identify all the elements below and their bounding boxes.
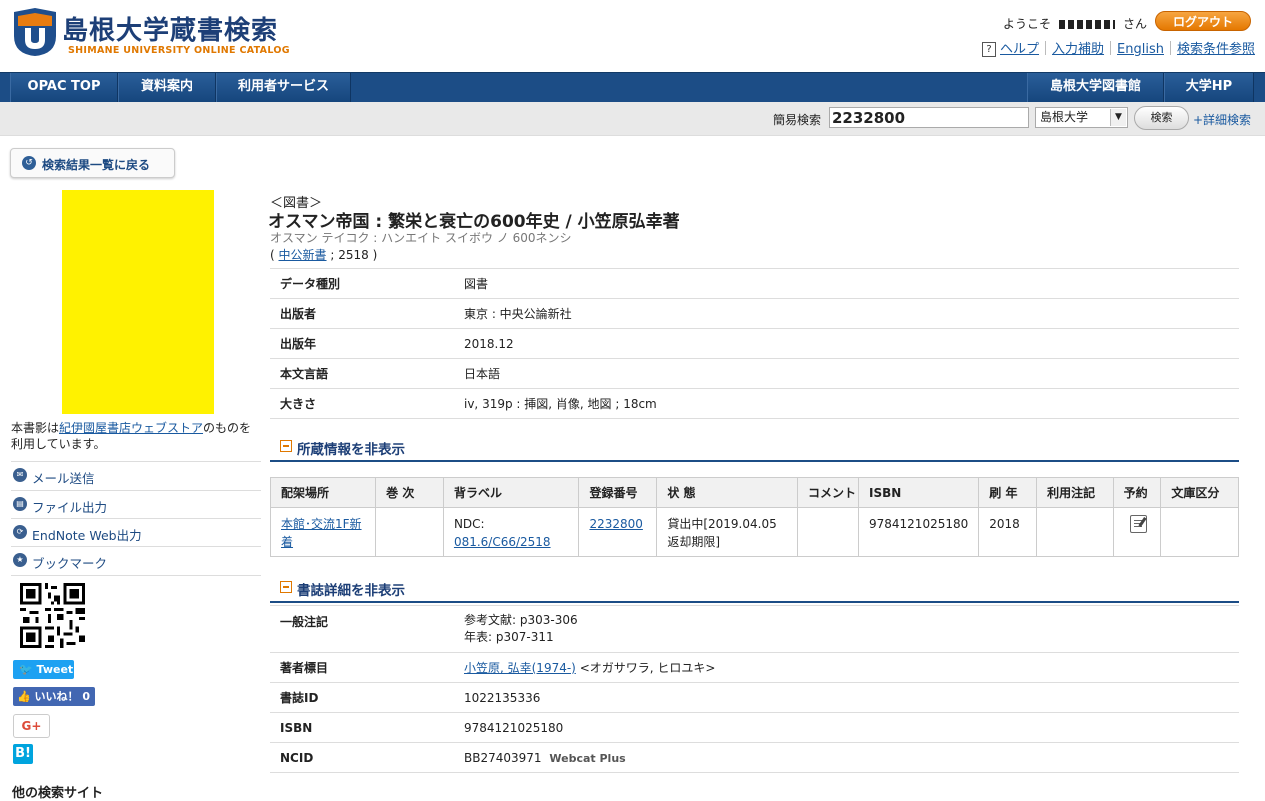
university-emblem-icon [14, 8, 56, 56]
nav-opac-top[interactable]: OPAC TOP [10, 73, 118, 103]
table-row: 出版年 2018.12 [270, 328, 1239, 359]
table-row: NCID BB27403971 Webcat Plus [270, 742, 1239, 773]
help-icon: ? [982, 42, 996, 57]
google-plus-button[interactable]: G+ [13, 714, 50, 738]
table-row: 出版者 東京 : 中央公論新社 [270, 298, 1239, 329]
search-help-link[interactable]: 検索条件参照 [1177, 42, 1255, 57]
kinokuniya-link[interactable]: 紀伊國屋書店ウェブストア [59, 421, 203, 435]
table-header-row: 配架場所 巻 次 背ラベル 登録番号 状 態 コメント ISBN 刷 年 利用注… [269, 477, 1239, 508]
masked-username [1059, 20, 1116, 29]
collapse-icon [280, 440, 292, 452]
file-export-action[interactable]: ▤ ファイル出力 [11, 490, 261, 518]
tweet-button[interactable]: 🐦 Tweet [13, 660, 74, 679]
qr-code-icon [20, 583, 85, 648]
quick-search-bar: 簡易検索 2232800 島根大学 ▼ 検索 +詳細検索 [0, 102, 1265, 136]
table-row: ISBN 9784121025180 [270, 712, 1239, 743]
honorific: さん [1123, 17, 1148, 31]
welcome-text: ようこそ さん [1003, 15, 1147, 32]
welcome-label: ようこそ [1003, 17, 1052, 31]
registration-number-link[interactable]: 2232800 [589, 517, 642, 531]
book-cover-image [62, 190, 214, 414]
facebook-like-button[interactable]: 👍 いいね！ 0 [13, 687, 95, 706]
logout-button[interactable]: ログアウト [1155, 11, 1251, 31]
hatena-bookmark-button[interactable]: B! [13, 744, 33, 764]
scope-select[interactable]: 島根大学 ▼ [1035, 107, 1128, 128]
search-input[interactable]: 2232800 [829, 107, 1029, 128]
table-row: 本館･交流1F新着 NDC: 081.6/C66/2518 2232800 貸出中… [269, 507, 1239, 557]
mail-icon: ✉ [13, 468, 27, 482]
table-row: 大きさ iv, 319p : 挿図, 肖像, 地図 ; 18cm [270, 388, 1239, 419]
back-to-results-button[interactable]: ↺ 検索結果一覧に戻る [10, 148, 175, 178]
other-search-heading: 他の検索サイト [12, 786, 104, 801]
location-link[interactable]: 本館･交流1F新着 [281, 517, 362, 549]
cover-credit: 本書影は紀伊國屋書店ウェブストアのものを利用しています。 [11, 421, 252, 451]
bookmark-action[interactable]: ★ ブックマーク [11, 546, 261, 576]
author-link[interactable]: 小笠原, 弘幸(1974-) [464, 661, 576, 675]
chevron-down-icon: ▼ [1110, 109, 1126, 126]
top-links: ? ヘルプ 入力補助 English 検索条件参照 [982, 38, 1255, 57]
details-toggle[interactable]: 書誌詳細を非表示 [270, 575, 1239, 603]
global-nav: OPAC TOP 資料案内 利用者サービス 島根大学図書館 大学HP [0, 72, 1265, 103]
advanced-search-link[interactable]: +詳細検索 [1193, 111, 1251, 128]
endnote-icon: ⟳ [13, 525, 27, 539]
logo-title: 島根大学蔵書検索 [62, 16, 279, 46]
nav-university-hp[interactable]: 大学HP [1164, 73, 1254, 103]
table-row: 著者標目 小笠原, 弘幸(1974-) <オガサワラ, ヒロユキ> [270, 652, 1239, 683]
twitter-icon: 🐦 [19, 663, 33, 676]
holdings-toggle[interactable]: 所蔵情報を非表示 [270, 434, 1239, 462]
file-icon: ▤ [13, 497, 27, 511]
bookmark-icon: ★ [13, 553, 27, 567]
english-link[interactable]: English [1117, 42, 1164, 57]
back-arrow-icon: ↺ [22, 156, 36, 170]
help-link[interactable]: ヘルプ [1000, 42, 1039, 57]
basic-info-table: データ種別 図書 出版者 東京 : 中央公論新社 出版年 2018.12 本文言語 日本… [270, 268, 1239, 419]
nav-materials[interactable]: 資料案内 [118, 73, 216, 103]
header: 島根大学蔵書検索 SHIMANE UNIVERSITY ONLINE CATAL… [0, 0, 1265, 70]
call-number-link[interactable]: 081.6/C66/2518 [454, 535, 551, 549]
input-assist-link[interactable]: 入力補助 [1052, 42, 1104, 57]
collapse-icon [280, 581, 292, 593]
series-info: ( 中公新書 ; 2518 ) [270, 248, 378, 262]
thumbs-up-icon: 👍 [17, 690, 31, 703]
search-button[interactable]: 検索 [1134, 106, 1189, 130]
reserve-icon[interactable] [1129, 515, 1147, 533]
bib-details-table: 一般注記 参考文献: p303-306 年表: p307-311 著者標目 小笠原… [270, 605, 1239, 773]
table-row: 本文言語 日本語 [270, 358, 1239, 389]
table-row: 一般注記 参考文献: p303-306 年表: p307-311 [270, 605, 1239, 653]
table-row: 書誌ID 1022135336 [270, 682, 1239, 713]
series-link[interactable]: 中公新書 [279, 248, 327, 262]
site-logo[interactable]: 島根大学蔵書検索 SHIMANE UNIVERSITY ONLINE CATAL… [12, 6, 290, 60]
title-reading: オスマン テイコク : ハンエイト スイボウ ノ 600ネンシ [270, 231, 572, 245]
holdings-table: 配架場所 巻 次 背ラベル 登録番号 状 態 コメント ISBN 刷 年 利用注… [269, 477, 1239, 557]
quick-search-label: 簡易検索 [773, 113, 822, 127]
loan-status: 貸出中[2019.04.05返却期限] [656, 507, 799, 557]
webcat-plus-link[interactable]: Webcat Plus [549, 752, 625, 765]
back-label: 検索結果一覧に戻る [42, 158, 151, 172]
nav-user-services[interactable]: 利用者サービス [216, 73, 351, 103]
scope-value: 島根大学 [1040, 110, 1089, 124]
endnote-export-action[interactable]: ⟳ EndNote Web出力 [11, 518, 261, 546]
table-row: データ種別 図書 [270, 268, 1239, 299]
nav-library[interactable]: 島根大学図書館 [1027, 73, 1164, 103]
send-mail-action[interactable]: ✉ メール送信 [11, 461, 261, 489]
logo-subtitle: SHIMANE UNIVERSITY ONLINE CATALOG [68, 45, 290, 56]
